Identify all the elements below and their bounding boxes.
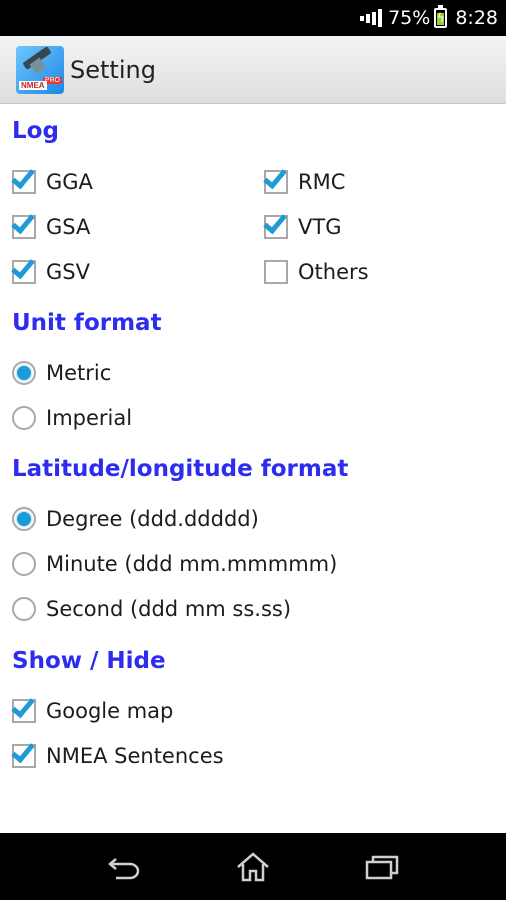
back-icon[interactable] [102,845,146,889]
checkbox-gga[interactable]: GGA [11,164,93,194]
radio-label: Degree (ddd.ddddd) [46,507,259,531]
checkbox-box[interactable] [264,260,288,284]
checkbox-box[interactable] [11,693,36,723]
radio-button[interactable] [12,597,36,621]
checkbox-label: GGA [46,170,93,194]
checkbox-label: GSV [46,260,90,284]
action-bar: PRO NMEA Setting [0,36,506,104]
checkbox-gsv[interactable]: GSV [11,254,90,284]
battery-percent: 75% [388,7,431,29]
section-title-latlon-format: Latitude/longitude format [12,456,349,482]
checkbox-box[interactable] [11,254,36,284]
section-title-show-hide: Show / Hide [12,648,166,674]
checkbox-box[interactable] [11,164,36,194]
section-title-log: Log [12,118,59,144]
radio-button[interactable] [12,361,36,385]
radio-metric[interactable]: Metric [12,361,111,385]
radio-label: Second (ddd mm ss.ss) [46,597,292,621]
radio-degree[interactable]: Degree (ddd.ddddd) [12,507,259,531]
section-title-unit-format: Unit format [12,310,162,336]
radio-minute[interactable]: Minute (ddd mm.mmmmm) [12,552,337,576]
checkbox-nmea-sentences[interactable]: NMEA Sentences [11,738,224,768]
clock: 8:28 [455,7,498,29]
app-icon[interactable]: PRO NMEA [16,45,64,94]
battery-icon: ϟ [434,5,448,28]
checkbox-box[interactable] [263,164,288,194]
status-bar: 75% ϟ 8:28 [0,0,506,36]
radio-label: Metric [46,361,112,385]
radio-imperial[interactable]: Imperial [12,406,132,430]
radio-second[interactable]: Second (ddd mm ss.ss) [12,597,291,621]
radio-label: Imperial [46,406,133,430]
checkbox-label: RMC [298,170,346,194]
checkbox-label: VTG [298,215,342,239]
checkbox-google-map[interactable]: Google map [11,693,174,723]
home-icon[interactable] [231,845,275,889]
checkbox-vtg[interactable]: VTG [263,209,342,239]
checkbox-others[interactable]: Others [264,260,369,284]
checkbox-gsa[interactable]: GSA [11,209,91,239]
signal-icon [360,9,383,27]
radio-button[interactable] [12,552,36,576]
radio-label: Minute (ddd mm.mmmmm) [46,552,338,576]
navigation-bar [0,833,506,900]
recents-icon[interactable] [360,845,404,889]
radio-button[interactable] [12,507,36,531]
checkbox-label: NMEA Sentences [46,744,224,768]
radio-button[interactable] [12,406,36,430]
checkbox-box[interactable] [11,209,36,239]
checkbox-label: Others [298,260,369,284]
settings-content: Log GGA RMC GSA VTG GSV Others Unit form… [0,104,506,833]
checkbox-rmc[interactable]: RMC [263,164,346,194]
checkbox-box[interactable] [263,209,288,239]
checkbox-box[interactable] [11,738,36,768]
app-icon-label: NMEA [19,80,47,90]
page-title: Setting [70,55,156,84]
checkbox-label: Google map [46,699,174,723]
checkbox-label: GSA [46,215,91,239]
